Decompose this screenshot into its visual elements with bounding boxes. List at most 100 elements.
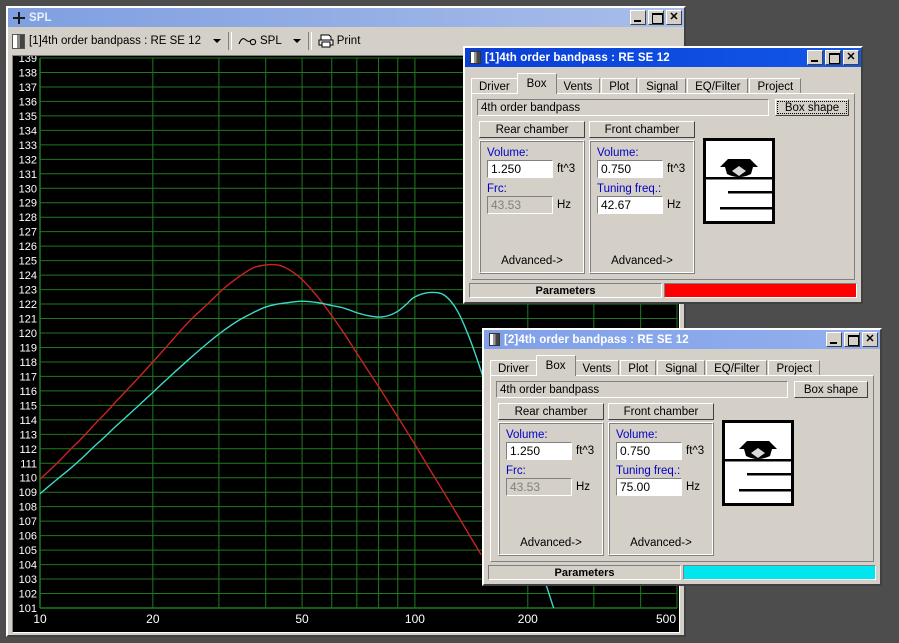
tab-label: Project <box>757 81 793 93</box>
dialog1-title: [1]4th order bandpass : RE SE 12 <box>485 52 807 64</box>
rear-advanced-link[interactable]: Advanced-> <box>481 255 583 267</box>
print-label: Print <box>337 35 367 47</box>
box-shape-button[interactable]: Box shape <box>794 381 868 398</box>
project-combo[interactable]: [1]4th order bandpass : RE SE 12 <box>10 31 208 51</box>
maximize-button[interactable] <box>825 50 841 65</box>
svg-text:107: 107 <box>19 516 37 528</box>
rear-volume-input[interactable]: 1.250 <box>487 160 553 178</box>
svg-text:119: 119 <box>19 342 37 354</box>
svg-text:135: 135 <box>19 111 37 123</box>
rear-advanced-link[interactable]: Advanced-> <box>500 537 602 549</box>
chart-y-tick-labels: 1011021031041051061071081091101111121131… <box>19 56 37 615</box>
maximize-button[interactable] <box>648 10 664 25</box>
print-button[interactable]: Print <box>316 31 367 51</box>
toolbar-separator-2 <box>308 32 312 50</box>
rear-chamber-group: Volume: 1.250 ft^3 Frc: 43.53 Hz Advance… <box>498 422 604 556</box>
tab-box[interactable]: Box <box>536 355 576 376</box>
box-dialog-2[interactable]: [2]4th order bandpass : RE SE 12 ✕ Drive… <box>482 328 882 586</box>
box-name-field[interactable]: 4th order bandpass <box>496 381 788 398</box>
minimize-button[interactable] <box>826 332 842 347</box>
front-chamber-header[interactable]: Front chamber <box>589 121 695 138</box>
front-freq-unit: Hz <box>686 481 700 493</box>
rear-volume-unit: ft^3 <box>557 163 575 175</box>
front-chamber-group: Volume: 0.750 ft^3 Tuning freq.: 75.00 H… <box>608 422 714 556</box>
dialog1-chambers: Rear chamber Volume: 1.250 ft^3 Frc: 43.… <box>477 121 849 274</box>
plot-combo-chevron-down-icon[interactable] <box>290 32 304 50</box>
front-volume-input[interactable]: 0.750 <box>597 160 663 178</box>
close-button[interactable]: ✕ <box>843 50 859 65</box>
rear-volume-row: 1.250 ft^3 <box>506 442 596 460</box>
svg-text:109: 109 <box>19 487 37 499</box>
front-advanced-link[interactable]: Advanced-> <box>610 537 712 549</box>
svg-text:134: 134 <box>19 125 37 137</box>
svg-text:130: 130 <box>19 183 37 195</box>
svg-text:20: 20 <box>146 612 160 626</box>
minimize-button[interactable] <box>807 50 823 65</box>
svg-text:108: 108 <box>19 502 37 514</box>
rear-volume-row: 1.250 ft^3 <box>487 160 577 178</box>
maximize-button[interactable] <box>844 332 860 347</box>
rear-chamber-header[interactable]: Rear chamber <box>498 403 604 420</box>
svg-text:125: 125 <box>19 256 37 268</box>
svg-text:120: 120 <box>19 328 37 340</box>
front-freq-row: 42.67 Hz <box>597 196 687 214</box>
rear-volume-label: Volume: <box>487 147 577 159</box>
front-freq-input[interactable]: 42.67 <box>597 196 663 214</box>
svg-text:129: 129 <box>19 198 37 210</box>
close-button[interactable]: ✕ <box>862 332 878 347</box>
svg-text:200: 200 <box>518 612 538 626</box>
box-shape-diagram[interactable] <box>722 420 794 506</box>
rear-freq-unit: Hz <box>576 481 590 493</box>
spl-window-title: SPL <box>29 12 630 24</box>
curve-icon <box>238 35 258 47</box>
svg-text:123: 123 <box>19 285 37 297</box>
rear-freq-input: 43.53 <box>487 196 553 214</box>
front-volume-input[interactable]: 0.750 <box>616 442 682 460</box>
front-freq-input[interactable]: 75.00 <box>616 478 682 496</box>
tab-label: EQ/Filter <box>695 81 740 93</box>
front-chamber-header[interactable]: Front chamber <box>608 403 714 420</box>
dialog2-title: [2]4th order bandpass : RE SE 12 <box>504 334 826 346</box>
project-combo-chevron-down-icon[interactable] <box>210 32 224 50</box>
svg-text:102: 102 <box>19 589 37 601</box>
svg-text:114: 114 <box>19 415 37 427</box>
tab-label: Driver <box>498 363 529 375</box>
tab-label: Plot <box>628 363 648 375</box>
svg-text:137: 137 <box>19 82 37 94</box>
box-name-field[interactable]: 4th order bandpass <box>477 99 769 116</box>
tab-label: Vents <box>583 363 612 375</box>
bandpass-box-diagram <box>706 141 772 221</box>
tab-label: Driver <box>479 81 510 93</box>
front-advanced-link[interactable]: Advanced-> <box>591 255 693 267</box>
rear-freq-input: 43.53 <box>506 478 572 496</box>
tab-box[interactable]: Box <box>517 73 557 94</box>
speaker-icon <box>489 333 500 346</box>
svg-text:139: 139 <box>19 56 37 65</box>
box-dialog-1[interactable]: [1]4th order bandpass : RE SE 12 ✕ Drive… <box>463 46 863 304</box>
rear-freq-row: 43.53 Hz <box>506 478 596 496</box>
rear-chamber-header[interactable]: Rear chamber <box>479 121 585 138</box>
dialog1-status-label: Parameters <box>469 283 662 298</box>
spl-titlebar[interactable]: SPL ✕ <box>8 8 684 27</box>
dialog2-status-label: Parameters <box>488 565 681 580</box>
svg-text:124: 124 <box>19 270 37 282</box>
tab-label: Plot <box>609 81 629 93</box>
minimize-button[interactable] <box>630 10 646 25</box>
plot-type-combo[interactable]: SPL <box>236 31 288 51</box>
dialog2-titlebar[interactable]: [2]4th order bandpass : RE SE 12 ✕ <box>484 330 880 349</box>
rear-chamber-section: Rear chamber Volume: 1.250 ft^3 Frc: 43.… <box>477 121 587 274</box>
dialog1-window-buttons: ✕ <box>807 50 859 65</box>
svg-text:126: 126 <box>19 241 37 253</box>
dialog1-titlebar[interactable]: [1]4th order bandpass : RE SE 12 ✕ <box>465 48 861 67</box>
svg-text:113: 113 <box>19 429 37 441</box>
rear-freq-label: Frc: <box>506 465 596 477</box>
front-freq-label: Tuning freq.: <box>597 183 687 195</box>
close-button[interactable]: ✕ <box>666 10 682 25</box>
box-shape-button[interactable]: Box shape <box>775 99 849 116</box>
svg-text:104: 104 <box>19 560 37 572</box>
rear-freq-row: 43.53 Hz <box>487 196 577 214</box>
svg-text:127: 127 <box>19 227 37 239</box>
box-shape-diagram[interactable] <box>703 138 775 224</box>
rear-volume-input[interactable]: 1.250 <box>506 442 572 460</box>
tab-label: Project <box>776 363 812 375</box>
